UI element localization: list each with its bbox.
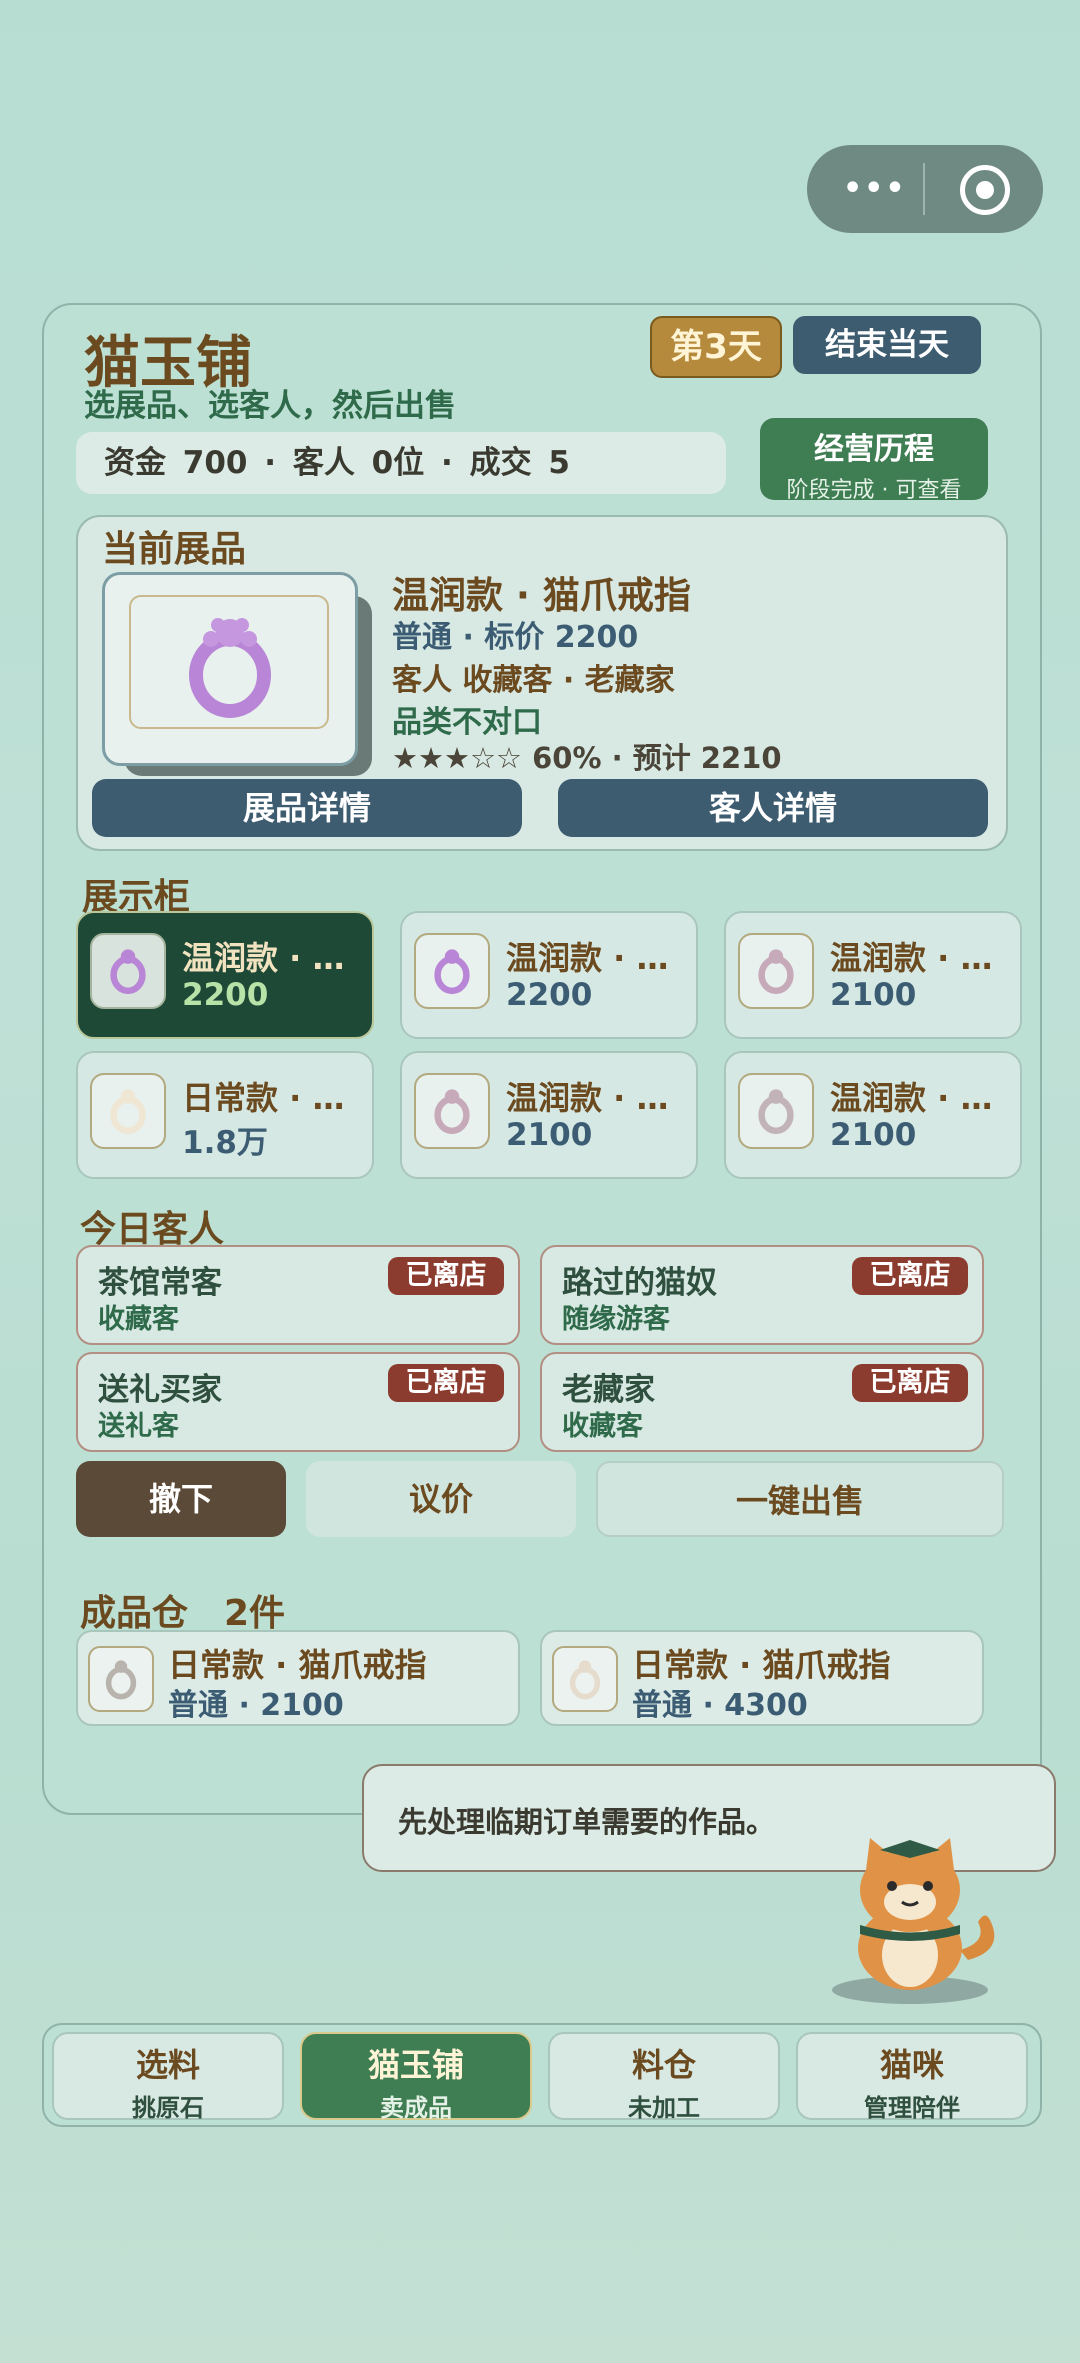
showcase-item-thumb bbox=[414, 933, 490, 1009]
current-exhibit-title: 当前展品 bbox=[102, 529, 247, 570]
guest-card[interactable]: 茶馆常客 收藏客 已离店 bbox=[76, 1245, 520, 1345]
showcase-item-name: 温润款 · 猫爪戒指 bbox=[830, 1079, 1016, 1117]
ring-icon bbox=[434, 1089, 470, 1135]
guest-status-badge: 已离店 bbox=[852, 1257, 968, 1295]
showcase-card[interactable]: 温润款 · 猫爪戒指2200 bbox=[400, 911, 698, 1039]
showcase-card[interactable]: 日常款 · 招财猫 1.8万 bbox=[76, 1051, 374, 1179]
ring-icon bbox=[434, 949, 470, 995]
nav-tab[interactable]: 选料 挑原石 bbox=[52, 2032, 284, 2122]
showcase-card[interactable]: 温润款 · 猫爪戒指2100 bbox=[400, 1051, 698, 1179]
warehouse-item-thumb bbox=[88, 1646, 154, 1712]
showcase-item-thumb bbox=[90, 933, 166, 1009]
close-target-icon[interactable] bbox=[960, 165, 1010, 215]
cat-paw-ring-icon bbox=[189, 618, 271, 718]
warehouse-item-thumb bbox=[552, 1646, 618, 1712]
page-subtitle: 选展品、选客人，然后出售 bbox=[84, 388, 456, 424]
nav-tab[interactable]: 料仓 未加工 bbox=[548, 2032, 780, 2122]
showcase-item-name: 温润款 · 猫爪戒指 bbox=[506, 939, 692, 977]
showcase-item-price: 1.8万 bbox=[182, 1125, 268, 1161]
nav-tab-sublabel: 卖成品 bbox=[380, 2094, 452, 2122]
ring-icon bbox=[569, 1660, 601, 1700]
day-badge: 第3天 bbox=[650, 316, 782, 378]
showcase-item-thumb bbox=[738, 1073, 814, 1149]
ring-icon bbox=[758, 1089, 794, 1135]
guest-type: 随缘游客 bbox=[562, 1304, 670, 1335]
item-detail-button[interactable]: 展品详情 bbox=[92, 779, 522, 837]
guest-type: 送礼客 bbox=[98, 1411, 179, 1442]
guest-status-badge: 已离店 bbox=[852, 1364, 968, 1402]
guest-type: 收藏客 bbox=[562, 1411, 643, 1442]
warehouse-card[interactable]: 日常款 · 猫爪戒指 普通 · 2100 bbox=[76, 1630, 520, 1726]
showcase-item-price: 2200 bbox=[182, 977, 269, 1013]
showcase-item-name: 日常款 · 招财猫 bbox=[182, 1079, 368, 1117]
showcase-card[interactable]: 温润款 · 猫爪戒指2100 bbox=[724, 911, 1022, 1039]
showcase-item-price: 2100 bbox=[506, 1117, 593, 1153]
exhibit-grade-price: 普通 · 标价 2200 bbox=[392, 620, 639, 655]
nav-tab[interactable]: 猫咪 管理陪伴 bbox=[796, 2032, 1028, 2122]
guest-name: 茶馆常客 bbox=[98, 1265, 222, 1301]
remove-button[interactable]: 撤下 bbox=[76, 1461, 286, 1537]
end-day-button[interactable]: 结束当天 bbox=[793, 316, 981, 374]
showcase-item-thumb bbox=[90, 1073, 166, 1149]
guest-name: 路过的猫奴 bbox=[562, 1265, 717, 1301]
miniapp-capsule: ••• bbox=[807, 145, 1043, 233]
customer-detail-button[interactable]: 客人详情 bbox=[558, 779, 988, 837]
exhibit-customer: 客人 收藏客 · 老藏家 bbox=[392, 663, 675, 698]
warehouse-title: 成品仓 2件 bbox=[80, 1593, 286, 1634]
guest-status-badge: 已离店 bbox=[388, 1364, 504, 1402]
showcase-card[interactable]: 温润款 · 猫爪戒指2100 bbox=[724, 1051, 1022, 1179]
nav-tab-sublabel: 挑原石 bbox=[132, 2094, 204, 2122]
cat-mascot[interactable] bbox=[820, 1830, 1010, 2010]
nav-tab-sublabel: 管理陪伴 bbox=[864, 2094, 960, 2122]
nav-tab-label: 料仓 bbox=[631, 2046, 696, 2084]
guest-card[interactable]: 路过的猫奴 随缘游客 已离店 bbox=[540, 1245, 984, 1345]
showcase-item-name: 温润款 · 猫爪戒指 bbox=[830, 939, 1016, 977]
showcase-item-price: 2200 bbox=[506, 977, 593, 1013]
exhibit-rating: ★★★☆☆ 60% · 预计 2210 bbox=[392, 741, 782, 775]
nav-tab-label: 猫玉铺 bbox=[367, 2046, 464, 2084]
exhibit-name: 温润款 · 猫爪戒指 bbox=[392, 574, 691, 617]
ring-icon bbox=[110, 1089, 146, 1135]
history-button-title: 经营历程 bbox=[814, 432, 934, 467]
showcase-item-thumb bbox=[414, 1073, 490, 1149]
nav-tab-sublabel: 未加工 bbox=[628, 2094, 700, 2122]
showcase-item-price: 2100 bbox=[830, 1117, 917, 1153]
warehouse-item-info: 普通 · 4300 bbox=[632, 1688, 808, 1723]
guest-status-badge: 已离店 bbox=[388, 1257, 504, 1295]
history-button[interactable]: 经营历程 阶段完成 · 可查看 bbox=[760, 418, 988, 503]
quick-sell-button[interactable]: 一键出售 bbox=[596, 1461, 1004, 1537]
warehouse-item-info: 普通 · 2100 bbox=[168, 1688, 344, 1723]
warehouse-card[interactable]: 日常款 · 猫爪戒指 普通 · 4300 bbox=[540, 1630, 984, 1726]
showcase-card[interactable]: 温润款 · 猫爪戒指2200 bbox=[76, 911, 374, 1039]
guest-type: 收藏客 bbox=[98, 1304, 179, 1335]
guest-name: 老藏家 bbox=[562, 1372, 655, 1408]
nav-tab-label: 猫咪 bbox=[879, 2046, 944, 2084]
exhibit-image bbox=[102, 572, 358, 766]
nav-tab[interactable]: 猫玉铺 卖成品 bbox=[300, 2032, 532, 2122]
capsule-divider bbox=[923, 163, 925, 215]
showcase-item-thumb bbox=[738, 933, 814, 1009]
more-dots-icon[interactable]: ••• bbox=[843, 171, 907, 206]
stats-bar: 资金 700 · 客人 0位 · 成交 5 bbox=[76, 432, 726, 494]
speech-text: 先处理临期订单需要的作品。 bbox=[398, 1805, 776, 1839]
guest-card[interactable]: 老藏家 收藏客 已离店 bbox=[540, 1352, 984, 1452]
showcase-item-name: 温润款 · 猫爪戒指 bbox=[182, 939, 368, 977]
history-button-subtitle: 阶段完成 · 可查看 bbox=[786, 478, 962, 503]
ring-icon bbox=[758, 949, 794, 995]
ring-icon bbox=[110, 949, 146, 995]
showcase-item-name: 温润款 · 猫爪戒指 bbox=[506, 1079, 692, 1117]
guest-name: 送礼买家 bbox=[98, 1372, 222, 1408]
ring-icon bbox=[105, 1660, 137, 1700]
guest-card[interactable]: 送礼买家 送礼客 已离店 bbox=[76, 1352, 520, 1452]
nav-tab-label: 选料 bbox=[135, 2046, 200, 2084]
negotiate-button[interactable]: 议价 bbox=[306, 1461, 576, 1537]
showcase-item-price: 2100 bbox=[830, 977, 917, 1013]
